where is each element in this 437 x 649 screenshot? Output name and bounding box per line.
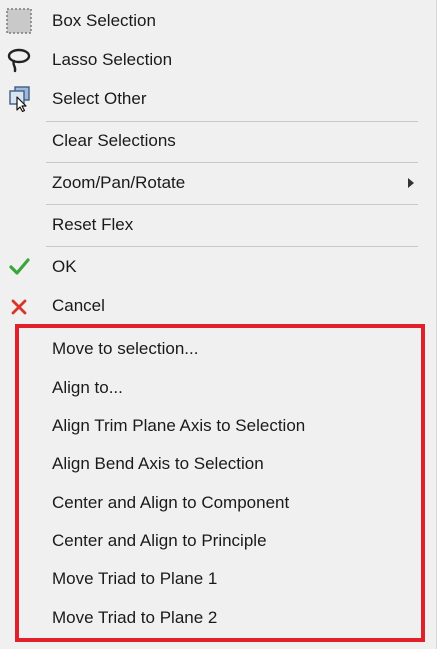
menu-item-ok[interactable]: OK <box>0 248 418 286</box>
menu-item-center-align-principle[interactable]: Center and Align to Principle <box>0 522 418 560</box>
menu-item-lasso-selection[interactable]: Lasso Selection <box>0 41 418 79</box>
menu-item-label: Clear Selections <box>52 131 176 150</box>
menu-item-center-align-component[interactable]: Center and Align to Component <box>0 484 418 522</box>
menu-item-label: Box Selection <box>52 11 156 30</box>
context-menu: Box Selection Lasso Selection Select Oth… <box>0 0 437 649</box>
menu-item-label: Align to... <box>52 378 123 397</box>
menu-item-label: Zoom/Pan/Rotate <box>52 173 186 192</box>
menu-separator <box>46 246 418 247</box>
menu-item-label: Move Triad to Plane 2 <box>52 608 218 627</box>
menu-item-label: Move to selection... <box>52 339 199 358</box>
checkmark-icon <box>6 254 32 280</box>
menu-item-label: Cancel <box>52 296 105 315</box>
menu-item-label: Reset Flex <box>52 215 134 234</box>
menu-item-box-selection[interactable]: Box Selection <box>0 2 418 40</box>
menu-item-reset-flex[interactable]: Reset Flex <box>0 206 418 244</box>
menu-item-align-trim-plane-axis[interactable]: Align Trim Plane Axis to Selection <box>0 407 418 445</box>
submenu-arrow-icon <box>408 178 414 188</box>
menu-item-label: OK <box>52 257 77 276</box>
menu-item-align-bend-axis[interactable]: Align Bend Axis to Selection <box>0 445 418 483</box>
box-selection-icon <box>6 8 32 34</box>
menu-item-align-to[interactable]: Align to... <box>0 369 418 407</box>
menu-item-move-to-selection[interactable]: Move to selection... <box>0 330 418 368</box>
menu-item-label: Lasso Selection <box>52 50 173 69</box>
menu-item-label: Center and Align to Component <box>52 493 290 512</box>
menu-separator <box>46 162 418 163</box>
lasso-icon <box>6 47 32 73</box>
menu-item-zoom-pan-rotate[interactable]: Zoom/Pan/Rotate <box>0 164 418 202</box>
menu-item-label: Align Bend Axis to Selection <box>52 454 264 473</box>
menu-item-label: Move Triad to Plane 1 <box>52 569 218 588</box>
menu-item-move-triad-plane-1[interactable]: Move Triad to Plane 1 <box>0 560 418 598</box>
menu-item-cancel[interactable]: Cancel <box>0 287 418 325</box>
menu-item-label: Center and Align to Principle <box>52 531 267 550</box>
menu-item-move-triad-plane-2[interactable]: Move Triad to Plane 2 <box>0 599 418 637</box>
select-other-icon <box>6 86 32 113</box>
menu-separator <box>46 204 418 205</box>
cancel-x-icon <box>6 293 32 319</box>
menu-item-label: Select Other <box>52 89 147 108</box>
menu-item-clear-selections[interactable]: Clear Selections <box>0 122 418 160</box>
menu-item-select-other[interactable]: Select Other <box>0 80 418 118</box>
menu-item-label: Align Trim Plane Axis to Selection <box>52 416 306 435</box>
